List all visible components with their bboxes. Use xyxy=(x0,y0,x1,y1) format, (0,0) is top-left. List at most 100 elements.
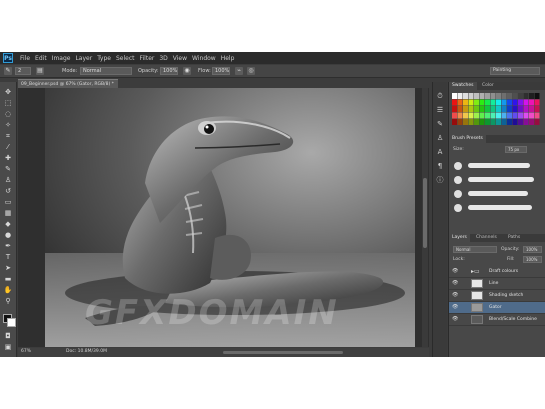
airbrush-icon[interactable]: ⌁ xyxy=(235,67,243,75)
swatch-cell[interactable] xyxy=(468,106,474,112)
swatch-cell[interactable] xyxy=(452,93,457,99)
menu-help[interactable]: Help xyxy=(221,55,235,62)
swatch-cell[interactable] xyxy=(534,93,540,99)
swatch-cell[interactable] xyxy=(501,112,507,119)
brush-preset-stroke-4[interactable] xyxy=(468,205,532,210)
swatch-cell[interactable] xyxy=(463,112,468,119)
zoom-tool-icon[interactable]: ⚲ xyxy=(3,297,13,305)
swatch-cell[interactable] xyxy=(523,119,529,125)
swatch-cell[interactable] xyxy=(485,119,490,125)
swatch-cell[interactable] xyxy=(457,106,463,112)
brush-tool-icon[interactable]: ✎ xyxy=(4,67,12,75)
swatch-cell[interactable] xyxy=(529,93,534,99)
quick-mask-icon[interactable]: ◘ xyxy=(3,332,13,340)
swatch-cell[interactable] xyxy=(474,106,479,112)
menu-type[interactable]: Type xyxy=(97,55,111,62)
layer-row[interactable]: 👁 Line xyxy=(449,278,545,290)
workspace-switcher[interactable]: Painting xyxy=(490,67,540,75)
swatch-cell[interactable] xyxy=(523,93,529,99)
vertical-scrollbar[interactable] xyxy=(422,88,428,347)
swatch-cell[interactable] xyxy=(457,93,463,99)
swatch-cell[interactable] xyxy=(529,112,534,119)
path-select-tool-icon[interactable]: ➤ xyxy=(3,264,13,272)
eyedropper-tool-icon[interactable]: ⁄ xyxy=(3,143,13,151)
pen-tool-icon[interactable]: ✒ xyxy=(3,242,13,250)
brush-size-field[interactable]: 75 px xyxy=(505,146,527,153)
swatch-cell[interactable] xyxy=(468,119,474,125)
swatch-cell[interactable] xyxy=(452,119,457,125)
brush-preset-stroke-2[interactable] xyxy=(468,177,534,182)
tab-brush-presets[interactable]: Brush Presets xyxy=(449,135,486,143)
swatches-grid[interactable] xyxy=(452,93,540,130)
swatch-cell[interactable] xyxy=(490,93,496,99)
brush-preset-tip-3[interactable] xyxy=(454,190,462,198)
swatch-cell[interactable] xyxy=(485,93,490,99)
swatch-cell[interactable] xyxy=(468,93,474,99)
brush-preset-tip-4[interactable] xyxy=(454,204,462,212)
document-size[interactable]: Doc: 10.8M/39.0M xyxy=(66,349,107,354)
pressure-opacity-icon[interactable]: ◉ xyxy=(183,67,191,75)
swatch-cell[interactable] xyxy=(457,112,463,119)
info-panel-icon[interactable]: ⓘ xyxy=(436,176,444,184)
swatch-cell[interactable] xyxy=(529,119,534,125)
swatch-cell[interactable] xyxy=(463,106,468,112)
swatch-cell[interactable] xyxy=(512,93,518,99)
document-tab[interactable]: 09_Beginner.psd @ 67% (Gator, RGB/8) * xyxy=(18,79,118,88)
swatch-cell[interactable] xyxy=(529,99,534,106)
gradient-tool-icon[interactable]: ▦ xyxy=(3,209,13,217)
swatch-cell[interactable] xyxy=(485,112,490,119)
history-panel-icon[interactable]: ⏱ xyxy=(436,92,444,100)
swatch-cell[interactable] xyxy=(523,106,529,112)
type-tool-icon[interactable]: T xyxy=(3,253,13,261)
layer-row[interactable]: 👁 Shading sketch xyxy=(449,290,545,302)
blur-tool-icon[interactable]: ◆ xyxy=(3,220,13,228)
swatch-cell[interactable] xyxy=(507,106,512,112)
opacity-field[interactable]: 100% xyxy=(160,67,178,75)
marquee-tool-icon[interactable]: ⬚ xyxy=(3,99,13,107)
background-color-swatch[interactable] xyxy=(7,318,16,327)
swatch-cell[interactable] xyxy=(479,99,485,106)
swatch-cell[interactable] xyxy=(523,112,529,119)
menu-image[interactable]: Image xyxy=(52,55,71,62)
swatch-cell[interactable] xyxy=(507,93,512,99)
swatch-cell[interactable] xyxy=(518,119,523,125)
clone-stamp-tool-icon[interactable]: ♙ xyxy=(3,176,13,184)
swatch-cell[interactable] xyxy=(474,93,479,99)
paragraph-panel-icon[interactable]: ¶ xyxy=(436,162,444,170)
layer-row-selected[interactable]: 👁 Gator xyxy=(449,302,545,314)
swatch-cell[interactable] xyxy=(512,106,518,112)
swatch-cell[interactable] xyxy=(468,99,474,106)
swatch-cell[interactable] xyxy=(512,119,518,125)
history-brush-tool-icon[interactable]: ↺ xyxy=(3,187,13,195)
swatch-cell[interactable] xyxy=(501,93,507,99)
zoom-level[interactable]: 67% xyxy=(21,349,31,354)
move-tool-icon[interactable]: ✥ xyxy=(3,88,13,96)
swatch-cell[interactable] xyxy=(518,106,523,112)
character-panel-icon[interactable]: A xyxy=(436,148,444,156)
swatch-cell[interactable] xyxy=(496,112,501,119)
tab-layers[interactable]: Layers xyxy=(449,234,470,242)
swatch-cell[interactable] xyxy=(501,99,507,106)
layer-row[interactable]: 👁 ▸▭ Draft colours xyxy=(449,266,545,278)
visibility-eye-icon[interactable]: 👁 xyxy=(452,280,458,286)
swatch-cell[interactable] xyxy=(518,93,523,99)
swatch-cell[interactable] xyxy=(490,99,496,106)
menu-filter[interactable]: Filter xyxy=(140,55,155,62)
swatch-cell[interactable] xyxy=(452,112,457,119)
swatch-cell[interactable] xyxy=(496,93,501,99)
brush-size-picker[interactable]: 2 xyxy=(15,67,31,75)
swatch-cells[interactable] xyxy=(452,93,540,130)
hand-tool-icon[interactable]: ✋ xyxy=(3,286,13,294)
menu-view[interactable]: View xyxy=(173,55,187,62)
brush-preset-stroke-1[interactable] xyxy=(468,163,530,168)
visibility-eye-icon[interactable]: 👁 xyxy=(452,304,458,310)
crop-tool-icon[interactable]: ⌗ xyxy=(3,132,13,140)
swatch-cell[interactable] xyxy=(518,112,523,119)
menu-window[interactable]: Window xyxy=(192,55,216,62)
swatch-cell[interactable] xyxy=(490,106,496,112)
swatch-cell[interactable] xyxy=(501,106,507,112)
swatch-cell[interactable] xyxy=(468,112,474,119)
swatch-cell[interactable] xyxy=(534,106,540,112)
swatch-cell[interactable] xyxy=(534,119,540,125)
tab-paths[interactable]: Paths xyxy=(505,234,523,242)
